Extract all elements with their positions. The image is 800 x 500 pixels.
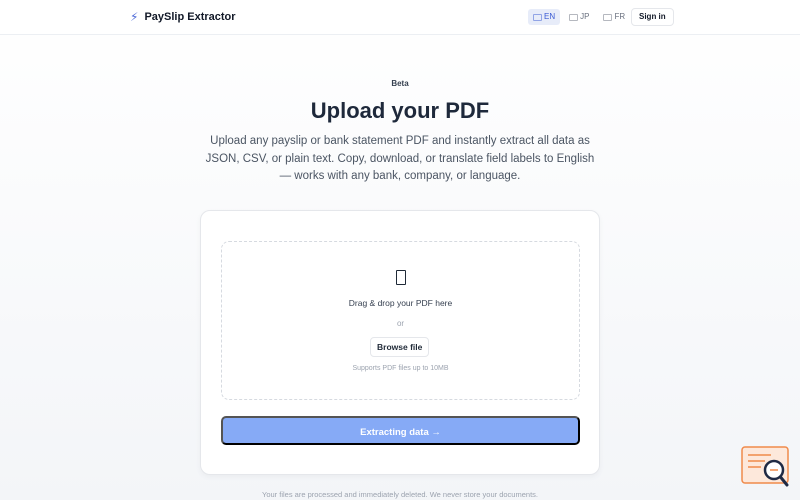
upload-card: Drag & drop your PDF here or Browse file… xyxy=(200,210,600,475)
help-widget[interactable] xyxy=(741,446,791,490)
flag-icon xyxy=(569,13,579,21)
flag-icon xyxy=(603,13,613,21)
lightning-icon: ⚡ xyxy=(130,10,139,24)
sign-in-button[interactable]: Sign in xyxy=(631,8,674,26)
or-separator: or xyxy=(396,319,405,328)
chat-search-icon xyxy=(741,446,789,487)
browse-file-button[interactable]: Browse file xyxy=(370,337,430,357)
file-support-note: Supports PDF files up to 10MB xyxy=(352,365,449,372)
language-code: FR xyxy=(614,12,626,21)
beta-badge: Beta xyxy=(391,79,409,88)
language-option-en[interactable]: EN xyxy=(528,9,561,25)
top-navigation-bar: ⚡ PaySlip Extractor EN JP FR Sign in xyxy=(0,0,800,35)
brand-name: PaySlip Extractor xyxy=(144,11,236,23)
page-subtitle: Upload any payslip or bank statement PDF… xyxy=(205,135,595,182)
extract-data-button[interactable]: Extracting data → xyxy=(221,416,580,445)
pdf-dropzone[interactable]: Drag & drop your PDF here or Browse file… xyxy=(221,241,580,400)
page-title: Upload your PDF xyxy=(310,98,490,123)
language-option-fr[interactable]: FR xyxy=(598,9,630,25)
drop-instruction: Drag & drop your PDF here xyxy=(348,298,453,308)
flag-icon xyxy=(533,13,542,21)
language-code: JP xyxy=(580,12,590,21)
language-code: EN xyxy=(544,12,556,21)
language-option-jp[interactable]: JP xyxy=(564,9,594,25)
document-icon xyxy=(396,270,406,285)
brand-logo[interactable]: ⚡ PaySlip Extractor xyxy=(130,10,236,24)
language-switcher: EN JP FR xyxy=(528,9,630,25)
privacy-note: Your files are processed and immediately… xyxy=(262,490,538,499)
